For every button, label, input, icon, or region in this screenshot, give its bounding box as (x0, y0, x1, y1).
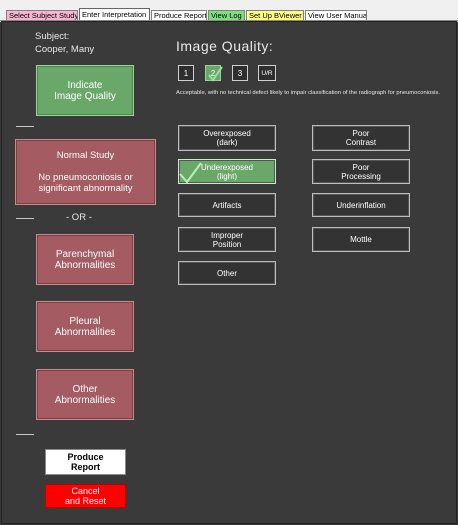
subject-name: Cooper, Many (35, 44, 95, 55)
tab-select-subject-study[interactable]: Select Subject Study (6, 10, 78, 20)
underexposed-button[interactable]: Underexposed (light) (178, 159, 276, 184)
mottle-button[interactable]: Mottle (312, 227, 410, 252)
produce-report-button[interactable]: Produce Report (45, 449, 126, 475)
grade-1-button[interactable]: 1 (178, 65, 194, 81)
grade-ur-button[interactable]: U/R (258, 65, 276, 81)
other-quality-button[interactable]: Other (178, 261, 276, 285)
tab-strip: Select Subject Study Enter Interpretatio… (0, 0, 458, 22)
separator (16, 126, 34, 127)
cancel-and-reset-button[interactable]: Cancel and Reset (45, 484, 126, 508)
underexposed-label: Underexposed (light) (200, 162, 254, 181)
tab-produce-report[interactable]: Produce Report (151, 10, 207, 20)
checkmark-icon (208, 66, 223, 82)
tab-view-log[interactable]: View Log (208, 10, 245, 20)
separator (16, 434, 34, 435)
tab-view-user-manual[interactable]: View User Manual (305, 10, 367, 20)
checkmark-icon (179, 162, 202, 184)
improper-position-button[interactable]: Improper Position (178, 227, 276, 252)
interpretation-panel: Subject: Cooper, Many Indicate Image Qua… (1, 21, 457, 524)
grade-description: Acceptable, with no technical defect lik… (176, 90, 440, 96)
parenchymal-abnormalities-button[interactable]: Parenchymal Abnormalities (36, 234, 134, 285)
separator (16, 218, 34, 219)
indicate-image-quality-button[interactable]: Indicate Image Quality (36, 65, 134, 116)
artifacts-button[interactable]: Artifacts (178, 193, 276, 217)
underinflation-button[interactable]: Underinflation (312, 193, 410, 217)
poor-processing-button[interactable]: Poor Processing (312, 159, 410, 184)
other-abnormalities-button[interactable]: Other Abnormalities (36, 369, 134, 420)
image-quality-title: Image Quality: (176, 38, 274, 54)
poor-contrast-button[interactable]: Poor Contrast (312, 125, 410, 151)
normal-study-button[interactable]: Normal Study No pneumoconiosis or signif… (15, 139, 156, 205)
pleural-abnormalities-button[interactable]: Pleural Abnormalities (36, 301, 134, 352)
tab-set-up-bviewer[interactable]: Set Up BViewer (246, 10, 304, 20)
grade-3-button[interactable]: 3 (232, 65, 248, 81)
or-label: - OR - (66, 212, 92, 223)
grade-2-button[interactable]: 2 (205, 65, 223, 82)
subject-label: Subject: (35, 31, 70, 42)
overexposed-button[interactable]: Overexposed (dark) (178, 125, 276, 151)
